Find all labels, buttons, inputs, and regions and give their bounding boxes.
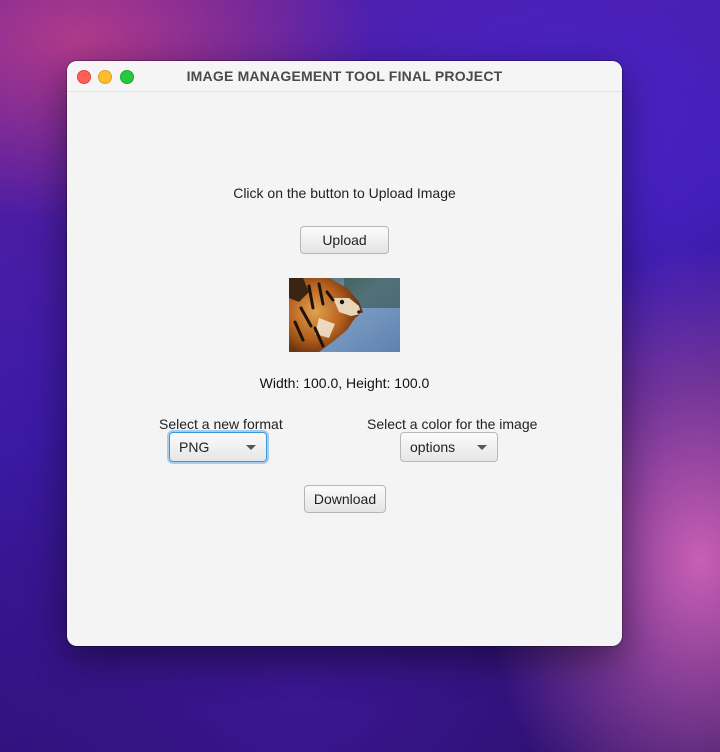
download-button[interactable]: Download — [304, 485, 386, 513]
tiger-image — [289, 278, 400, 352]
maximize-icon[interactable] — [120, 70, 134, 84]
upload-button[interactable]: Upload — [300, 226, 389, 254]
close-icon[interactable] — [77, 70, 91, 84]
chevron-down-icon — [246, 445, 256, 450]
window-title: IMAGE MANAGEMENT TOOL FINAL PROJECT — [186, 68, 503, 84]
title-bar[interactable]: IMAGE MANAGEMENT TOOL FINAL PROJECT — [67, 61, 622, 92]
minimize-icon[interactable] — [98, 70, 112, 84]
app-window: IMAGE MANAGEMENT TOOL FINAL PROJECT Clic… — [67, 61, 622, 646]
color-select-value: options — [410, 439, 456, 455]
image-dimensions: Width: 100.0, Height: 100.0 — [259, 375, 430, 391]
format-select-value: PNG — [179, 439, 210, 455]
format-select[interactable]: PNG — [169, 432, 267, 462]
color-select[interactable]: options — [400, 432, 498, 462]
upload-prompt: Click on the button to Upload Image — [233, 185, 456, 201]
chevron-down-icon — [477, 445, 487, 450]
format-label: Select a new format — [159, 416, 283, 432]
desktop-background: IMAGE MANAGEMENT TOOL FINAL PROJECT Clic… — [0, 0, 720, 752]
color-label: Select a color for the image — [367, 416, 538, 432]
image-preview — [289, 278, 400, 352]
